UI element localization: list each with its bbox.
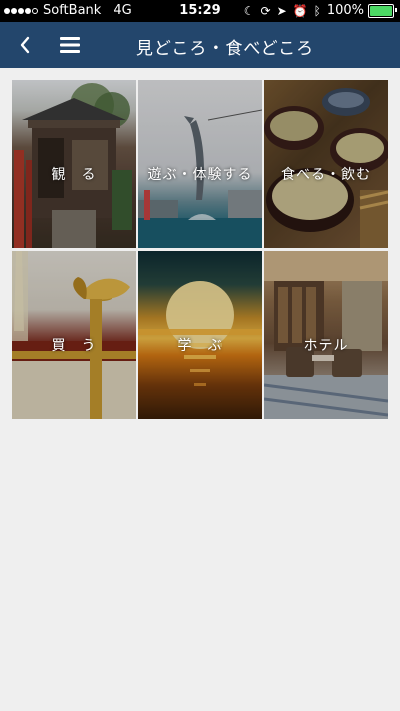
category-tile-buy[interactable]: 買 う (12, 251, 136, 419)
location-icon: ➤ (276, 3, 287, 18)
page-title: 見どころ・食べどころ (135, 39, 315, 59)
category-label: 買 う (51, 338, 97, 354)
battery-fill (370, 5, 392, 16)
do-not-disturb-icon: ☾ (243, 3, 255, 18)
category-label: 遊ぶ・体験する (147, 167, 253, 183)
chevron-left-icon (20, 36, 30, 54)
category-grid: 観 る 遊ぶ・体験する 食べる・飲む 買 う 学 ぶ ホテル (12, 80, 388, 419)
category-tile-eat[interactable]: 食べる・飲む (264, 80, 388, 248)
menu-button[interactable] (56, 32, 84, 58)
category-label: ホテル (303, 338, 349, 354)
battery-icon (368, 3, 397, 18)
bluetooth-icon: ᛒ (313, 3, 321, 18)
app-screen: SoftBank 4G 15:29 ☾ ⟳ ➤ ⏰ ᛒ 100% 見どころ・食べ… (0, 0, 400, 711)
category-tile-play[interactable]: 遊ぶ・体験する (138, 80, 262, 248)
category-tile-hotel[interactable]: ホテル (264, 251, 388, 419)
status-bar: SoftBank 4G 15:29 ☾ ⟳ ➤ ⏰ ᛒ 100% (0, 0, 400, 22)
back-button[interactable] (12, 32, 38, 58)
category-label: 学 ぶ (177, 338, 223, 354)
alarm-icon: ⏰ (292, 3, 308, 18)
category-tile-see[interactable]: 観 る (12, 80, 136, 248)
status-right: ☾ ⟳ ➤ ⏰ ᛒ 100% (238, 3, 397, 18)
nav-bar: 見どころ・食べどころ (0, 22, 400, 68)
category-label: 食べる・飲む (281, 167, 371, 183)
rotation-lock-icon: ⟳ (260, 3, 271, 18)
category-label: 観 る (51, 167, 97, 183)
hamburger-menu-icon (60, 37, 80, 53)
battery-percent: 100% (326, 3, 364, 18)
category-tile-learn[interactable]: 学 ぶ (138, 251, 262, 419)
